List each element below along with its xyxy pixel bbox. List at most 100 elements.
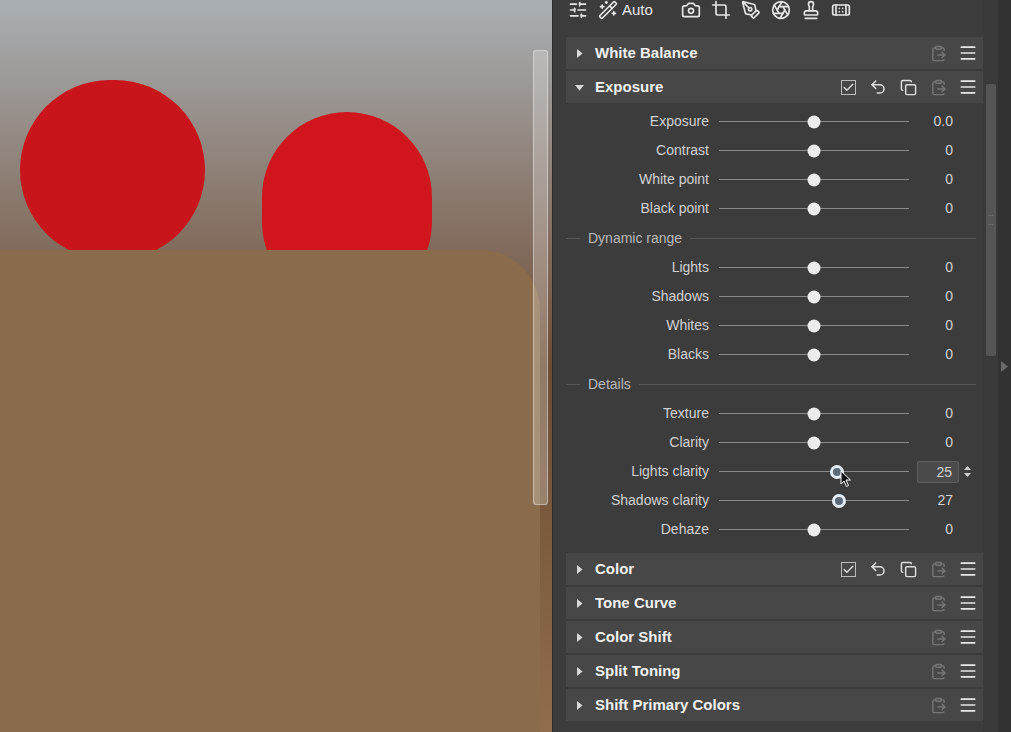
- slider-track[interactable]: [719, 114, 909, 130]
- slider-track[interactable]: [719, 435, 909, 451]
- slider-track[interactable]: [719, 464, 909, 480]
- paste-icon[interactable]: [930, 595, 947, 612]
- expand-arrow-icon[interactable]: [1001, 361, 1008, 372]
- value-spinner[interactable]: [959, 466, 975, 477]
- slider-track[interactable]: [719, 289, 909, 305]
- slider-track[interactable]: [719, 143, 909, 159]
- spin-down-icon[interactable]: [964, 473, 971, 477]
- copy-icon[interactable]: [900, 79, 917, 96]
- crop-icon[interactable]: [711, 0, 731, 20]
- slider-track[interactable]: [719, 318, 909, 334]
- paste-button[interactable]: [923, 697, 953, 714]
- slider-track[interactable]: [719, 347, 909, 363]
- slider-track[interactable]: [719, 260, 909, 276]
- slider-track[interactable]: [719, 172, 909, 188]
- bandage-icon[interactable]: [831, 0, 851, 20]
- spin-up-icon[interactable]: [964, 466, 971, 470]
- paste-icon[interactable]: [930, 45, 947, 62]
- paste-icon[interactable]: [930, 629, 947, 646]
- section-header[interactable]: Split Toning: [566, 655, 983, 687]
- paste-button[interactable]: [923, 79, 953, 96]
- toolbar-button[interactable]: Auto: [598, 0, 671, 20]
- menu-button[interactable]: [953, 43, 983, 63]
- menu-icon[interactable]: [958, 559, 978, 579]
- collapsed-arrow-icon[interactable]: [575, 667, 584, 676]
- section-header[interactable]: White Balance: [566, 37, 983, 69]
- auto-label[interactable]: Auto: [622, 0, 653, 21]
- section-header[interactable]: Shift Primary Colors: [566, 689, 983, 721]
- menu-icon[interactable]: [958, 695, 978, 715]
- slider-track[interactable]: [719, 493, 909, 509]
- section-title[interactable]: Exposure: [595, 76, 663, 99]
- paste-button[interactable]: [923, 45, 953, 62]
- reset-button[interactable]: [863, 78, 893, 96]
- stamp-icon[interactable]: [801, 0, 821, 20]
- slider-thumb[interactable]: [808, 261, 821, 274]
- section-title[interactable]: Color: [595, 558, 634, 581]
- photo-scrollbar[interactable]: [533, 50, 548, 505]
- paste-button[interactable]: [923, 663, 953, 680]
- toolbar-button[interactable]: [771, 0, 791, 20]
- scrollbar-thumb[interactable]: [986, 84, 996, 356]
- toolbar-button[interactable]: [831, 0, 851, 20]
- slider-track[interactable]: [719, 406, 909, 422]
- copy-icon[interactable]: [900, 561, 917, 578]
- toolbar-button[interactable]: [711, 0, 731, 20]
- menu-button[interactable]: [953, 661, 983, 681]
- slider-thumb[interactable]: [808, 407, 821, 420]
- collapsed-arrow-icon[interactable]: [575, 565, 584, 574]
- menu-icon[interactable]: [958, 77, 978, 97]
- reset-button[interactable]: [863, 560, 893, 578]
- enable-checkbox[interactable]: [833, 80, 863, 95]
- toolbar-button[interactable]: [568, 0, 588, 20]
- slider-thumb[interactable]: [808, 319, 821, 332]
- section-header[interactable]: Color Shift: [566, 621, 983, 653]
- magic-wand-icon[interactable]: [598, 0, 618, 20]
- slider-thumb[interactable]: [808, 290, 821, 303]
- collapsed-arrow-icon[interactable]: [575, 49, 584, 58]
- section-header[interactable]: Exposure: [566, 71, 983, 103]
- menu-button[interactable]: [953, 593, 983, 613]
- enable-checkbox[interactable]: [833, 562, 863, 577]
- collapsed-arrow-icon[interactable]: [575, 599, 584, 608]
- slider-thumb[interactable]: [808, 115, 821, 128]
- toolbar-button[interactable]: [801, 0, 821, 20]
- toolbar-button[interactable]: [741, 0, 761, 20]
- copy-button[interactable]: [893, 561, 923, 578]
- pen-tool-icon[interactable]: [741, 0, 761, 20]
- slider-thumb[interactable]: [808, 436, 821, 449]
- collapsed-arrow-icon[interactable]: [575, 701, 584, 710]
- slider-thumb[interactable]: [808, 144, 821, 157]
- panel-scrollbar[interactable]: [983, 0, 998, 732]
- menu-icon[interactable]: [958, 627, 978, 647]
- paste-button[interactable]: [923, 595, 953, 612]
- copy-button[interactable]: [893, 79, 923, 96]
- slider-thumb[interactable]: [808, 523, 821, 536]
- menu-button[interactable]: [953, 559, 983, 579]
- side-collapse-strip[interactable]: [998, 0, 1011, 732]
- section-title[interactable]: Color Shift: [595, 626, 672, 649]
- section-title[interactable]: White Balance: [595, 42, 698, 65]
- paste-icon[interactable]: [930, 697, 947, 714]
- camera-icon[interactable]: [681, 0, 701, 20]
- paste-icon[interactable]: [930, 79, 947, 96]
- sliders-icon[interactable]: [568, 0, 588, 20]
- section-header[interactable]: Tone Curve: [566, 587, 983, 619]
- toolbar-button[interactable]: [681, 0, 701, 20]
- slider-thumb[interactable]: [808, 348, 821, 361]
- menu-icon[interactable]: [958, 661, 978, 681]
- effects-icon[interactable]: [771, 0, 791, 20]
- section-title[interactable]: Shift Primary Colors: [595, 694, 740, 717]
- section-title[interactable]: Tone Curve: [595, 592, 676, 615]
- value-input[interactable]: 25: [917, 461, 959, 483]
- collapsed-arrow-icon[interactable]: [575, 633, 584, 642]
- menu-icon[interactable]: [958, 43, 978, 63]
- paste-button[interactable]: [923, 629, 953, 646]
- paste-icon[interactable]: [930, 663, 947, 680]
- menu-icon[interactable]: [958, 593, 978, 613]
- slider-thumb[interactable]: [832, 494, 846, 508]
- slider-thumb[interactable]: [808, 173, 821, 186]
- menu-button[interactable]: [953, 627, 983, 647]
- expanded-arrow-icon[interactable]: [575, 83, 584, 92]
- checkbox-box[interactable]: [841, 562, 856, 577]
